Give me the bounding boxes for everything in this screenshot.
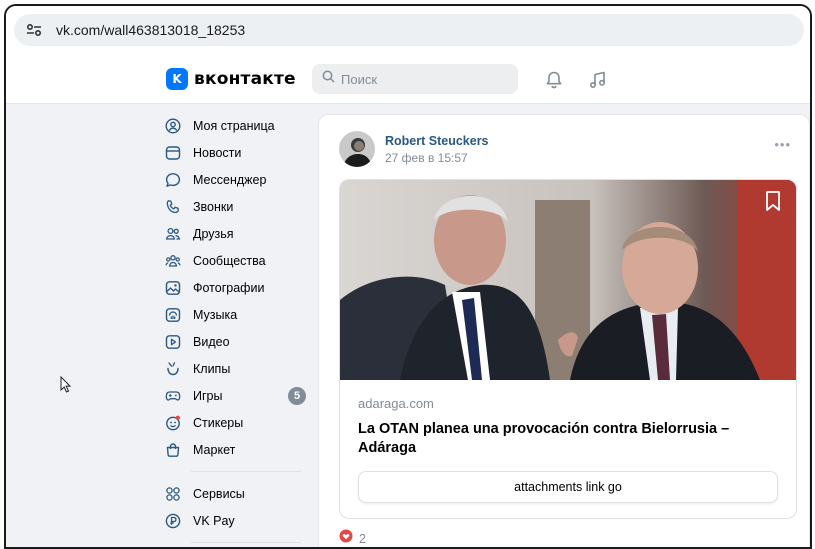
sidebar-item-calls[interactable]: Звонки bbox=[164, 193, 314, 220]
games-icon bbox=[164, 387, 182, 405]
search-icon bbox=[322, 70, 335, 88]
sidebar-item-news[interactable]: Новости bbox=[164, 139, 314, 166]
search-input[interactable]: Поиск bbox=[312, 64, 518, 94]
search-placeholder: Поиск bbox=[341, 71, 378, 87]
sidebar-item-vkpay[interactable]: VK Pay bbox=[164, 507, 314, 534]
games-counter-badge: 5 bbox=[288, 387, 306, 405]
site-settings-icon[interactable] bbox=[24, 20, 44, 40]
sidebar-item-label: Клипы bbox=[193, 361, 231, 376]
post-timestamp[interactable]: 27 фев в 15:57 bbox=[385, 151, 468, 165]
vk-logo[interactable]: K вконтакте bbox=[166, 68, 296, 90]
vk-logo-icon: K bbox=[166, 68, 188, 90]
news-icon bbox=[164, 144, 182, 162]
services-icon bbox=[164, 485, 182, 503]
address-bar[interactable]: vk.com/wall463813018_18253 bbox=[14, 14, 804, 46]
user-circle-icon bbox=[164, 117, 182, 135]
link-domain: adaraga.com bbox=[358, 396, 434, 411]
sidebar-item-messenger[interactable]: Мессенджер bbox=[164, 166, 314, 193]
url-text[interactable]: vk.com/wall463813018_18253 bbox=[56, 22, 245, 38]
bookmark-icon[interactable] bbox=[764, 190, 782, 217]
site-header: K вконтакте Поиск bbox=[6, 56, 810, 104]
sidebar-divider bbox=[191, 542, 301, 543]
sidebar-item-communities[interactable]: Сообщества bbox=[164, 247, 314, 274]
sidebar-item-services[interactable]: Сервисы bbox=[164, 480, 314, 507]
music-player-icon[interactable] bbox=[588, 70, 608, 95]
clips-icon bbox=[164, 360, 182, 378]
sidebar-item-label: Друзья bbox=[193, 226, 234, 241]
like-button[interactable]: 2 bbox=[339, 529, 366, 547]
sidebar-item-photos[interactable]: Фотографии bbox=[164, 274, 314, 301]
sidebar-item-label: Фотографии bbox=[193, 280, 265, 295]
sidebar-item-label: Видео bbox=[193, 334, 230, 349]
music-icon bbox=[164, 306, 182, 324]
wall-post: Robert Steuckers 27 фев в 15:57 ••• adar… bbox=[318, 114, 810, 547]
notifications-bell-icon[interactable] bbox=[544, 70, 564, 95]
sidebar-item-label: Сервисы bbox=[193, 486, 245, 501]
attachment-photo[interactable] bbox=[340, 180, 796, 380]
heart-icon bbox=[339, 529, 353, 547]
video-icon bbox=[164, 333, 182, 351]
link-title[interactable]: La OTAN planea una provocación contra Bi… bbox=[358, 420, 768, 458]
sidebar-item-label: Моя страница bbox=[193, 118, 275, 133]
sidebar-item-label: Новости bbox=[193, 145, 242, 160]
communities-icon bbox=[164, 252, 182, 270]
sidebar-item-label: Игры bbox=[193, 388, 223, 403]
open-link-button[interactable]: attachments link go bbox=[358, 471, 778, 503]
sidebar-item-my-page[interactable]: Моя страница bbox=[164, 112, 314, 139]
more-options-icon[interactable]: ••• bbox=[774, 137, 791, 152]
market-icon bbox=[164, 441, 182, 459]
sidebar-item-music[interactable]: Музыка bbox=[164, 301, 314, 328]
sidebar-item-stickers[interactable]: Стикеры bbox=[164, 409, 314, 436]
sidebar-item-games[interactable]: Игры 5 bbox=[164, 382, 314, 409]
sidebar-item-video[interactable]: Видео bbox=[164, 328, 314, 355]
stickers-icon bbox=[164, 414, 182, 432]
sidebar-item-label: Маркет bbox=[193, 442, 236, 457]
author-avatar[interactable] bbox=[339, 131, 375, 167]
vk-logo-text: вконтакте bbox=[194, 69, 296, 89]
message-icon bbox=[164, 171, 182, 189]
sidebar-item-label: Сообщества bbox=[193, 253, 266, 268]
photo-icon bbox=[164, 279, 182, 297]
sidebar-divider bbox=[191, 471, 301, 472]
post-author-name[interactable]: Robert Steuckers bbox=[385, 134, 489, 148]
address-bar-area: vk.com/wall463813018_18253 bbox=[6, 6, 810, 56]
sidebar-item-label: Музыка bbox=[193, 307, 238, 322]
browser-window: vk.com/wall463813018_18253 K вконтакте П… bbox=[4, 4, 812, 549]
sidebar-item-clips[interactable]: Клипы bbox=[164, 355, 314, 382]
sidebar-item-label: Звонки bbox=[193, 199, 234, 214]
sidebar-item-label: Стикеры bbox=[193, 415, 244, 430]
left-sidebar: Моя страница Новости Мессенджер Звонки Д… bbox=[164, 112, 314, 547]
phone-icon bbox=[164, 198, 182, 216]
sidebar-item-label: Мессенджер bbox=[193, 172, 267, 187]
sidebar-item-friends[interactable]: Друзья bbox=[164, 220, 314, 247]
sidebar-item-market[interactable]: Маркет bbox=[164, 436, 314, 463]
like-count: 2 bbox=[359, 531, 366, 546]
sidebar-item-label: VK Pay bbox=[193, 513, 235, 528]
vkpay-icon bbox=[164, 512, 182, 530]
friends-icon bbox=[164, 225, 182, 243]
mouse-cursor-icon bbox=[60, 375, 72, 399]
link-attachment[interactable]: adaraga.com La OTAN planea una provocaci… bbox=[339, 179, 797, 519]
